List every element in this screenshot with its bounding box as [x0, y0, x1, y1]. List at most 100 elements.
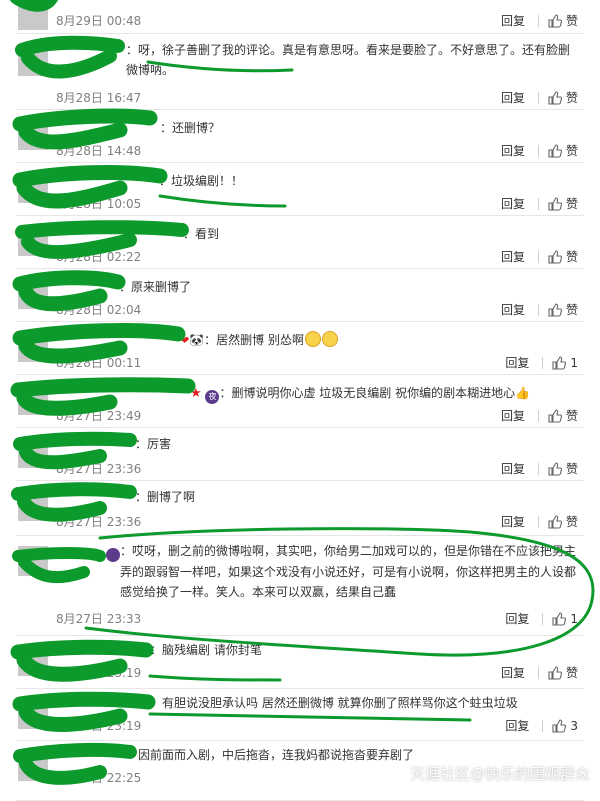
like-button[interactable]: 赞 — [548, 89, 578, 106]
comment-item: ：脑残编剧 请你封笔 8月27日 23:19 回复 赞 — [0, 636, 600, 689]
comment-text: ：还删博？ — [160, 121, 221, 135]
like-button[interactable]: 赞 — [548, 142, 578, 159]
divider — [542, 612, 544, 625]
comment-actions: 回复 赞 — [501, 195, 578, 212]
comment-item: ：有胆说没胆承认吗 居然还删微博 就算你删了照样骂你这个蛀虫垃圾 8月27日 2… — [0, 689, 600, 741]
reply-button[interactable]: 回复 — [501, 407, 525, 424]
like-button[interactable]: 3 — [552, 719, 578, 733]
comment-time: 8月28日 10:05 — [56, 197, 142, 211]
like-button[interactable]: 赞 — [548, 12, 578, 29]
thumbs-up-icon — [548, 196, 562, 211]
comment-actions: 回复 赞 — [501, 513, 578, 530]
comment-actions: 回复 赞 — [501, 664, 578, 681]
thumbs-up-icon — [548, 514, 562, 529]
divider — [537, 515, 539, 528]
avatar — [18, 332, 48, 362]
reply-button[interactable]: 回复 — [501, 248, 525, 265]
reply-button[interactable]: 回复 — [505, 610, 529, 627]
comment-time: 8月29日 00:48 — [56, 14, 142, 28]
comment-actions: 回复 赞 — [501, 460, 578, 477]
comment-text: ：原来删博了 — [119, 280, 192, 294]
comment-item: ：厉害 8月27日 23:36 回复 赞 — [0, 428, 600, 481]
comment-actions: 回复 赞 — [501, 12, 578, 29]
comment-time: 8月27日 22:25 — [56, 771, 142, 785]
comment-item: 8月29日 00:48 回复 赞 — [0, 0, 600, 34]
reply-button[interactable]: 回复 — [505, 354, 529, 371]
divider — [537, 250, 539, 263]
comment-actions: 回复 1 — [505, 610, 578, 627]
comment-item: ★ 夜：删博说明你心虚 垃圾无良编剧 祝你编的剧本糊进地心👍 8月27日 23:… — [0, 375, 600, 428]
avatar — [18, 699, 48, 729]
reply-button[interactable]: 回复 — [505, 717, 529, 734]
reply-button[interactable]: 回复 — [501, 664, 525, 681]
comment-item: ❤🐼：居然删博 别怂啊 8月28日 00:11 回复 1 — [0, 322, 600, 375]
comment-actions: 回复 赞 — [501, 301, 578, 318]
comment-time: 8月28日 16:47 — [56, 91, 142, 105]
reply-button[interactable]: 回复 — [501, 12, 525, 29]
comment-time: 8月28日 02:22 — [56, 250, 142, 264]
like-count: 3 — [570, 718, 578, 733]
like-button[interactable]: 赞 — [548, 664, 578, 681]
divider — [537, 91, 539, 104]
comment-actions: 回复 赞 — [501, 142, 578, 159]
comment-actions: 回复 1 — [505, 354, 578, 371]
comment-time: 8月28日 02:04 — [56, 303, 142, 317]
reply-button[interactable]: 回复 — [501, 301, 525, 318]
like-count: 1 — [570, 611, 578, 626]
member-badge: 夜 — [77, 548, 120, 562]
like-label: 赞 — [565, 462, 578, 476]
like-button[interactable]: 赞 — [548, 301, 578, 318]
smiley-emoji — [322, 331, 338, 347]
like-button[interactable]: 1 — [552, 356, 578, 370]
comment-text: 夜：哎呀，删之前的微博啦啊，其实吧，你给男二加戏可以的，但是你错在不应该把男主弄… — [77, 544, 577, 599]
comment-item: ：看到 8月28日 02:22 回复 赞 — [0, 216, 600, 269]
like-button[interactable]: 赞 — [548, 460, 578, 477]
comment-text: ❤🐼：居然删博 别怂啊 — [180, 330, 578, 351]
like-count: 1 — [570, 355, 578, 370]
smiley-emoji — [305, 331, 321, 347]
avatar — [18, 491, 48, 521]
comment-time: 8月27日 23:36 — [56, 515, 142, 529]
divider — [537, 666, 539, 679]
avatar — [18, 0, 48, 30]
comment-actions: 回复 3 — [505, 717, 578, 734]
thumbs-up-icon — [548, 302, 562, 317]
thumbs-up-icon — [552, 355, 567, 370]
like-label: 赞 — [565, 409, 578, 423]
comment-item: ：删博了啊 8月27日 23:36 回复 赞 — [0, 481, 600, 536]
avatar — [18, 751, 48, 781]
comment-item: 夜：哎呀，删之前的微博啦啊，其实吧，你给男二加戏可以的，但是你错在不应该把男主弄… — [0, 536, 600, 636]
divider — [537, 14, 539, 27]
comment-time: 8月27日 23:19 — [56, 666, 142, 680]
comment-text: ：脑残编剧 请你封笔 — [150, 643, 262, 657]
like-button[interactable]: 赞 — [548, 248, 578, 265]
like-label: 赞 — [565, 515, 578, 529]
thumbs-up-icon — [548, 13, 562, 28]
like-button[interactable]: 赞 — [548, 513, 578, 530]
like-button[interactable]: 1 — [552, 612, 578, 626]
member-badge: 夜 — [205, 390, 220, 404]
star-icon: ★ — [190, 386, 202, 401]
reply-button[interactable]: 回复 — [501, 460, 525, 477]
thumbs-emoji: 👍 — [515, 386, 531, 400]
comment-time: 8月28日 14:48 — [56, 144, 142, 158]
avatar — [18, 120, 48, 150]
reply-button[interactable]: 回复 — [501, 89, 525, 106]
comment-item: ：原来删博了 8月28日 02:04 回复 赞 — [0, 269, 600, 322]
reply-button[interactable]: 回复 — [501, 195, 525, 212]
avatar — [18, 385, 48, 415]
avatar — [18, 279, 48, 309]
comment-text: ：看到 — [183, 227, 220, 241]
reply-button[interactable]: 回复 — [501, 142, 525, 159]
avatar — [18, 226, 48, 256]
comment-item: ：还删博？ 8月28日 14:48 回复 赞 — [0, 110, 600, 163]
like-button[interactable]: 赞 — [548, 407, 578, 424]
like-label: 赞 — [565, 666, 578, 680]
comment-actions: 回复 赞 — [501, 407, 578, 424]
divider — [542, 719, 544, 732]
avatar — [18, 546, 48, 576]
avatar — [18, 46, 48, 76]
watermark: 天涯社区@快乐的围观群众 — [409, 765, 590, 783]
reply-button[interactable]: 回复 — [501, 513, 525, 530]
like-button[interactable]: 赞 — [548, 195, 578, 212]
